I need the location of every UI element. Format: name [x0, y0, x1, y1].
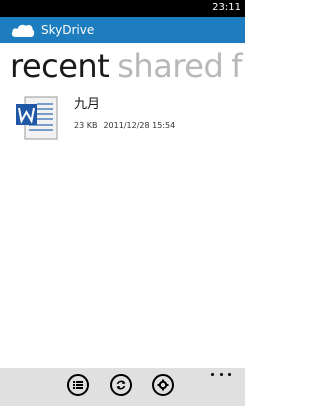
tab-next-peek[interactable]: f [231, 46, 242, 86]
file-name: 九月 [74, 97, 101, 112]
status-clock: 23:11 [212, 2, 241, 13]
app-bar [0, 368, 245, 406]
tab-recent[interactable]: recent [10, 46, 110, 86]
refresh-icon [116, 380, 126, 390]
settings-icon [157, 379, 169, 391]
status-bar: 23:11 [0, 0, 245, 17]
file-date: 2011/12/28 15:54 [103, 121, 176, 130]
settings-button[interactable] [152, 374, 174, 396]
pivot-header: recent shared f [10, 46, 250, 86]
refresh-button[interactable] [110, 374, 132, 396]
app-title: SkyDrive [41, 23, 95, 37]
file-list-item[interactable]: 九月 23 KB 2011/12/28 15:54 [14, 95, 234, 149]
list-icon [73, 381, 83, 389]
tab-shared[interactable]: shared [117, 46, 224, 86]
file-meta: 23 KB 2011/12/28 15:54 [74, 120, 175, 131]
more-icon[interactable] [211, 370, 231, 378]
file-size: 23 KB [74, 121, 98, 130]
list-view-button[interactable] [67, 374, 89, 396]
cloud-icon [11, 24, 35, 37]
app-header: SkyDrive [0, 17, 245, 43]
word-document-icon [16, 96, 58, 140]
